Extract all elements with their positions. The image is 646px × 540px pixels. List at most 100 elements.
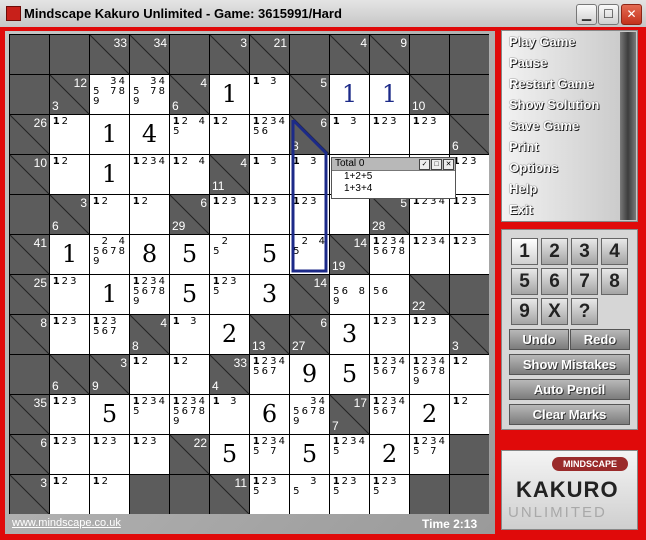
entry-cell[interactable]: 345789	[90, 75, 129, 114]
entry-cell[interactable]: 3	[330, 315, 369, 354]
entry-cell[interactable]: 1234567	[370, 355, 409, 394]
entry-cell[interactable]: 25	[210, 235, 249, 274]
entry-cell[interactable]: 13	[290, 155, 329, 194]
number-9-button[interactable]: 9	[511, 298, 538, 325]
entry-cell[interactable]: 123	[370, 115, 409, 154]
menu-play-game[interactable]: Play Game	[509, 34, 576, 49]
entry-cell[interactable]: 1	[90, 115, 129, 154]
show-mistakes-button[interactable]: Show Mistakes	[509, 354, 630, 375]
entry-cell[interactable]: 12345678	[370, 235, 409, 274]
total-popup[interactable]: Total 0 ✓ □ ✕ 1+2+5 1+3+4	[331, 157, 456, 199]
entry-cell[interactable]: 12	[50, 155, 89, 194]
number-2-button[interactable]: 2	[541, 238, 568, 265]
entry-cell[interactable]: 1234567	[250, 355, 289, 394]
entry-cell[interactable]: 1235	[330, 475, 369, 514]
entry-cell[interactable]: 1245	[170, 115, 209, 154]
entry-cell[interactable]: 5	[90, 395, 129, 434]
entry-cell[interactable]: 245	[290, 235, 329, 274]
menu-options[interactable]: Options	[509, 160, 558, 175]
popup-window-icon[interactable]: □	[431, 159, 442, 170]
entry-cell[interactable]: 2	[370, 435, 409, 474]
entry-cell[interactable]: 123	[130, 435, 169, 474]
entry-cell[interactable]: 123	[250, 195, 289, 234]
entry-cell[interactable]: 13	[330, 115, 369, 154]
close-icon[interactable]: ✕	[621, 4, 642, 25]
entry-cell[interactable]: 123456789	[410, 355, 449, 394]
entry-cell[interactable]: 2	[410, 395, 449, 434]
entry-cell[interactable]: 123567	[90, 315, 129, 354]
entry-cell[interactable]: 5	[330, 355, 369, 394]
entry-cell[interactable]: 123	[290, 195, 329, 234]
entry-cell[interactable]: 1235	[370, 475, 409, 514]
entry-cell[interactable]: 1234	[130, 155, 169, 194]
entry-cell[interactable]: 123	[50, 435, 89, 474]
entry-cell[interactable]: 123457	[250, 435, 289, 474]
entry-cell[interactable]: 6	[250, 395, 289, 434]
entry-cell[interactable]: 123	[50, 315, 89, 354]
entry-cell[interactable]: 123456789	[130, 275, 169, 314]
entry-cell[interactable]: 123	[410, 315, 449, 354]
entry-cell[interactable]: 1234	[410, 235, 449, 274]
entry-cell[interactable]: 1	[370, 75, 409, 114]
entry-cell[interactable]: 5	[210, 435, 249, 474]
entry-cell[interactable]: 2	[210, 315, 249, 354]
entry-cell[interactable]: 1235	[210, 275, 249, 314]
entry-cell[interactable]: 3	[250, 275, 289, 314]
entry-cell[interactable]: 123	[370, 315, 409, 354]
menu-pause[interactable]: Pause	[509, 55, 547, 70]
kakuro-board[interactable]: 33 34 3 21 4 9 3 12 3 4 5 7 8 9 3 4 5 7 8 9 6 4 1 1 3 5 1 1 10 26 1 2 1 4…	[9, 34, 489, 514]
entry-cell[interactable]: 1	[90, 155, 129, 194]
number-5-button[interactable]: 5	[511, 268, 538, 295]
entry-cell[interactable]: 8	[130, 235, 169, 274]
entry-cell[interactable]: 9	[290, 355, 329, 394]
entry-cell[interactable]: 345789	[130, 75, 169, 114]
entry-cell[interactable]: 123	[450, 235, 489, 274]
entry-cell[interactable]: 12	[450, 355, 489, 394]
entry-cell[interactable]: 5	[170, 235, 209, 274]
entry-cell[interactable]: 123	[410, 115, 449, 154]
auto-pencil-button[interactable]: Auto Pencil	[509, 379, 630, 400]
number-4-button[interactable]: 4	[601, 238, 628, 265]
menu-exit[interactable]: Exit	[509, 202, 533, 217]
menu-help[interactable]: Help	[509, 181, 537, 196]
entry-cell[interactable]: 56	[370, 275, 409, 314]
menu-save-game[interactable]: Save Game	[509, 118, 579, 133]
entry-cell[interactable]: 5	[170, 275, 209, 314]
minimize-icon[interactable]: ▁	[576, 4, 597, 25]
number-1-button[interactable]: 1	[511, 238, 538, 265]
entry-cell[interactable]: 12	[450, 395, 489, 434]
popup-close-icon[interactable]: ✕	[443, 159, 454, 170]
entry-cell[interactable]: 12	[50, 115, 89, 154]
entry-cell[interactable]: 12345	[330, 435, 369, 474]
entry-cell[interactable]: 1235	[250, 475, 289, 514]
entry-cell[interactable]: 12	[210, 115, 249, 154]
number-6-button[interactable]: 6	[541, 268, 568, 295]
menu-show-solution[interactable]: Show Solution	[509, 97, 599, 112]
entry-cell[interactable]: 123456789	[170, 395, 209, 434]
website-link[interactable]: www.mindscape.co.uk	[12, 517, 121, 529]
entry-cell[interactable]: 12	[90, 195, 129, 234]
entry-cell[interactable]: 13	[250, 155, 289, 194]
entry-cell[interactable]: 12	[170, 355, 209, 394]
entry-cell[interactable]: 123	[50, 395, 89, 434]
entry-cell[interactable]: 1234567	[370, 395, 409, 434]
entry-cell[interactable]: 13	[210, 395, 249, 434]
entry-cell[interactable]: 124	[170, 155, 209, 194]
menu-print[interactable]: Print	[509, 139, 539, 154]
entry-cell[interactable]: 1	[50, 235, 89, 274]
menu-restart-game[interactable]: Restart Game	[509, 76, 594, 91]
entry-cell[interactable]	[330, 195, 369, 234]
entry-cell[interactable]: 12	[90, 475, 129, 514]
number-7-button[interactable]: 7	[571, 268, 598, 295]
entry-cell[interactable]: 4	[130, 115, 169, 154]
entry-cell[interactable]: 1	[210, 75, 249, 114]
entry-cell[interactable]: 5689	[330, 275, 369, 314]
clear-marks-button[interactable]: Clear Marks	[509, 404, 630, 425]
entry-cell[interactable]: 123	[210, 195, 249, 234]
entry-cell[interactable]: 13	[250, 75, 289, 114]
number-8-button[interactable]: 8	[601, 268, 628, 295]
entry-cell[interactable]: 1	[90, 275, 129, 314]
clear-x-button[interactable]: X	[541, 298, 568, 325]
entry-cell[interactable]: 35	[290, 475, 329, 514]
entry-cell[interactable]: 123	[90, 435, 129, 474]
